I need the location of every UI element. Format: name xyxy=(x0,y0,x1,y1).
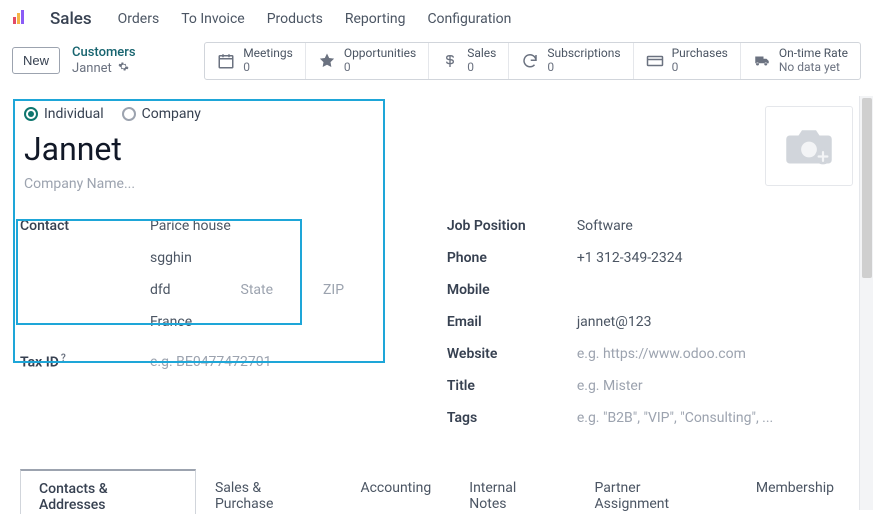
camera-plus-icon xyxy=(781,122,837,170)
top-nav: Sales Orders To Invoice Products Reporti… xyxy=(0,0,873,38)
new-button[interactable]: New xyxy=(12,47,60,74)
tabs: Contacts & Addresses Sales & Purchase Ac… xyxy=(20,468,853,514)
refresh-icon xyxy=(521,52,539,70)
radio-company[interactable]: Company xyxy=(122,106,201,122)
avatar-upload[interactable] xyxy=(765,106,853,186)
website-label:: Website xyxy=(447,346,577,362)
website-field[interactable]: e.g. https://www.odoo.com xyxy=(577,346,746,362)
card-icon xyxy=(646,52,664,70)
job-label: Job Position xyxy=(447,218,577,234)
stat-ontime[interactable]: On-time RateNo data yet xyxy=(741,43,860,79)
form-area: Individual Company Jannet Company Name..… xyxy=(0,90,873,514)
breadcrumb-current: Jannet xyxy=(72,61,112,77)
taxid-field[interactable]: e.g. BE0477472701 xyxy=(150,354,272,370)
truck-icon xyxy=(753,52,771,70)
star-icon xyxy=(318,52,336,70)
title-field[interactable]: e.g. Mister xyxy=(577,378,643,394)
tags-field[interactable]: e.g. "B2B", "VIP", "Consulting", ... xyxy=(577,410,773,426)
tab-internal-notes[interactable]: Internal Notes xyxy=(450,469,575,514)
stat-subscriptions[interactable]: Subscriptions0 xyxy=(509,43,633,79)
tab-sales-purchase[interactable]: Sales & Purchase xyxy=(196,469,342,514)
email-value[interactable]: jannet@123 xyxy=(577,314,652,330)
breadcrumb-parent[interactable]: Customers xyxy=(72,45,136,61)
tab-accounting[interactable]: Accounting xyxy=(341,469,450,514)
addr-city[interactable]: dfd xyxy=(150,282,171,298)
control-row: New Customers Jannet Meetings0 Opportuni… xyxy=(0,38,873,90)
radio-individual[interactable]: Individual xyxy=(24,106,104,122)
stat-purchases[interactable]: Purchases0 xyxy=(634,43,741,79)
scrollbar[interactable] xyxy=(859,96,873,510)
stat-strip: Meetings0 Opportunities0 Sales0 Subscrip… xyxy=(204,42,861,80)
tab-contacts-addresses[interactable]: Contacts & Addresses xyxy=(20,469,196,514)
tab-partner-assignment[interactable]: Partner Assignment xyxy=(576,469,737,514)
brand-icon xyxy=(12,9,28,29)
type-radio-group: Individual Company xyxy=(24,106,853,122)
right-column: Job PositionSoftware Phone+1 312-349-232… xyxy=(447,210,853,434)
dollar-icon xyxy=(441,52,459,70)
nav-orders[interactable]: Orders xyxy=(118,11,160,27)
left-column: Contact Parice house sgghin dfd State ZI… xyxy=(20,210,407,434)
gear-icon[interactable] xyxy=(118,61,129,77)
title-label: Title xyxy=(447,378,577,394)
job-value[interactable]: Software xyxy=(577,218,633,234)
stat-opportunities[interactable]: Opportunities0 xyxy=(306,43,429,79)
record-name[interactable]: Jannet xyxy=(24,130,853,168)
radio-checked-icon xyxy=(24,107,38,121)
mobile-label: Mobile xyxy=(447,282,577,298)
email-label: Email xyxy=(447,314,577,330)
addr-line2[interactable]: sgghin xyxy=(150,250,192,266)
taxid-label: Tax ID? xyxy=(20,353,150,371)
addr-country[interactable]: France xyxy=(150,314,192,330)
scrollbar-thumb[interactable] xyxy=(862,98,872,278)
state-field[interactable]: State xyxy=(241,282,274,298)
breadcrumb: Customers Jannet xyxy=(72,45,136,76)
phone-label: Phone xyxy=(447,250,577,266)
nav-configuration[interactable]: Configuration xyxy=(427,11,511,27)
stat-meetings[interactable]: Meetings0 xyxy=(205,43,306,79)
nav-reporting[interactable]: Reporting xyxy=(345,11,406,27)
tags-label: Tags xyxy=(447,410,577,426)
company-name-field[interactable]: Company Name... xyxy=(24,176,853,192)
brand-title[interactable]: Sales xyxy=(50,9,92,29)
nav-to-invoice[interactable]: To Invoice xyxy=(181,11,245,27)
calendar-icon xyxy=(217,52,235,70)
contact-label: Contact xyxy=(20,218,150,234)
phone-value[interactable]: +1 312-349-2324 xyxy=(577,250,683,266)
nav-products[interactable]: Products xyxy=(267,11,323,27)
zip-field[interactable]: ZIP xyxy=(323,282,344,298)
addr-line1[interactable]: Parice house xyxy=(150,218,231,234)
tab-membership[interactable]: Membership xyxy=(737,469,853,514)
stat-sales[interactable]: Sales0 xyxy=(429,43,509,79)
radio-unchecked-icon xyxy=(122,107,136,121)
